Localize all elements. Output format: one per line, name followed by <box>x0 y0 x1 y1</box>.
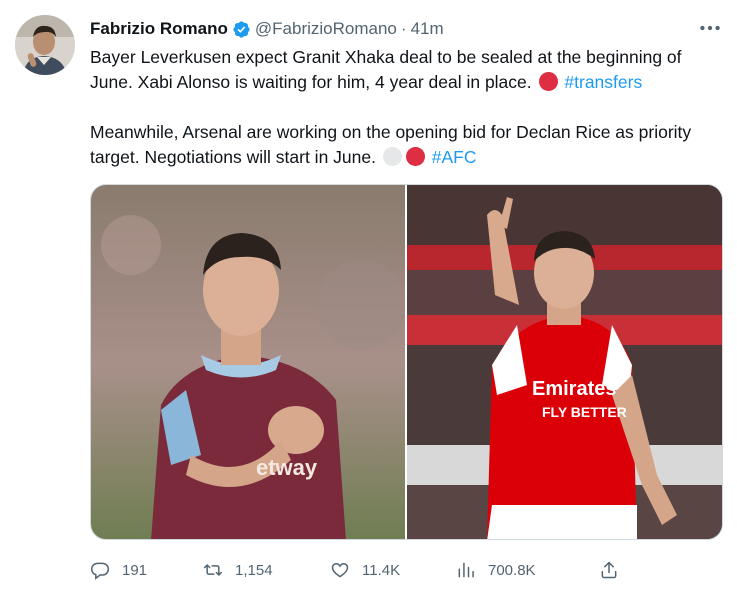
tweet-actions: 191 1,154 11.4K 700.8K <box>90 556 725 584</box>
hashtag-afc[interactable]: #AFC <box>432 147 477 167</box>
retweet-button[interactable]: 1,154 <box>203 556 273 584</box>
share-button[interactable] <box>599 556 631 584</box>
reply-count: 191 <box>122 561 148 579</box>
views-button[interactable]: 700.8K <box>456 556 536 584</box>
media-image-left[interactable]: etway <box>91 185 405 539</box>
share-icon <box>601 561 617 579</box>
tweet-paragraph-2: Meanwhile, Arsenal are working on the op… <box>90 120 725 170</box>
avatar[interactable] <box>15 15 75 75</box>
reply-button[interactable]: 191 <box>90 556 147 584</box>
red-circle-icon <box>405 147 425 166</box>
media-image-right[interactable]: Emirates FLY BETTER <box>407 185 722 539</box>
like-button[interactable]: 11.4K <box>330 556 400 584</box>
heart-icon <box>331 562 349 578</box>
hashtag-transfers[interactable]: #transfers <box>564 72 642 92</box>
retweet-icon <box>203 564 223 576</box>
tweet-media: etway Emirates FLY BETTER <box>90 184 723 540</box>
tweet-paragraph-1: Bayer Leverkusen expect Granit Xhaka dea… <box>90 45 725 95</box>
svg-text:Emirates: Emirates <box>532 378 617 400</box>
verified-badge-icon <box>232 20 251 39</box>
tweet[interactable]: Fabrizio Romano @FabrizioRomano · 41m Ba… <box>0 0 737 600</box>
author-name[interactable]: Fabrizio Romano <box>90 19 228 39</box>
retweet-count: 1,154 <box>235 561 273 579</box>
tweet-timestamp[interactable]: 41m <box>411 19 444 39</box>
author-handle[interactable]: @FabrizioRomano <box>255 19 397 39</box>
svg-text:FLY BETTER: FLY BETTER <box>542 404 627 420</box>
svg-text:etway: etway <box>256 455 318 480</box>
like-count: 11.4K <box>362 561 401 579</box>
views-count: 700.8K <box>488 561 536 579</box>
tweet-text: Bayer Leverkusen expect Granit Xhaka dea… <box>90 45 725 170</box>
views-chart-icon <box>458 562 474 578</box>
red-circle-icon <box>538 72 558 91</box>
separator-dot: · <box>400 19 407 38</box>
reply-icon <box>90 562 110 580</box>
tweet-header: Fabrizio Romano @FabrizioRomano · 41m <box>90 18 725 40</box>
white-circle-icon <box>382 147 402 166</box>
more-options-icon[interactable] <box>697 15 723 41</box>
